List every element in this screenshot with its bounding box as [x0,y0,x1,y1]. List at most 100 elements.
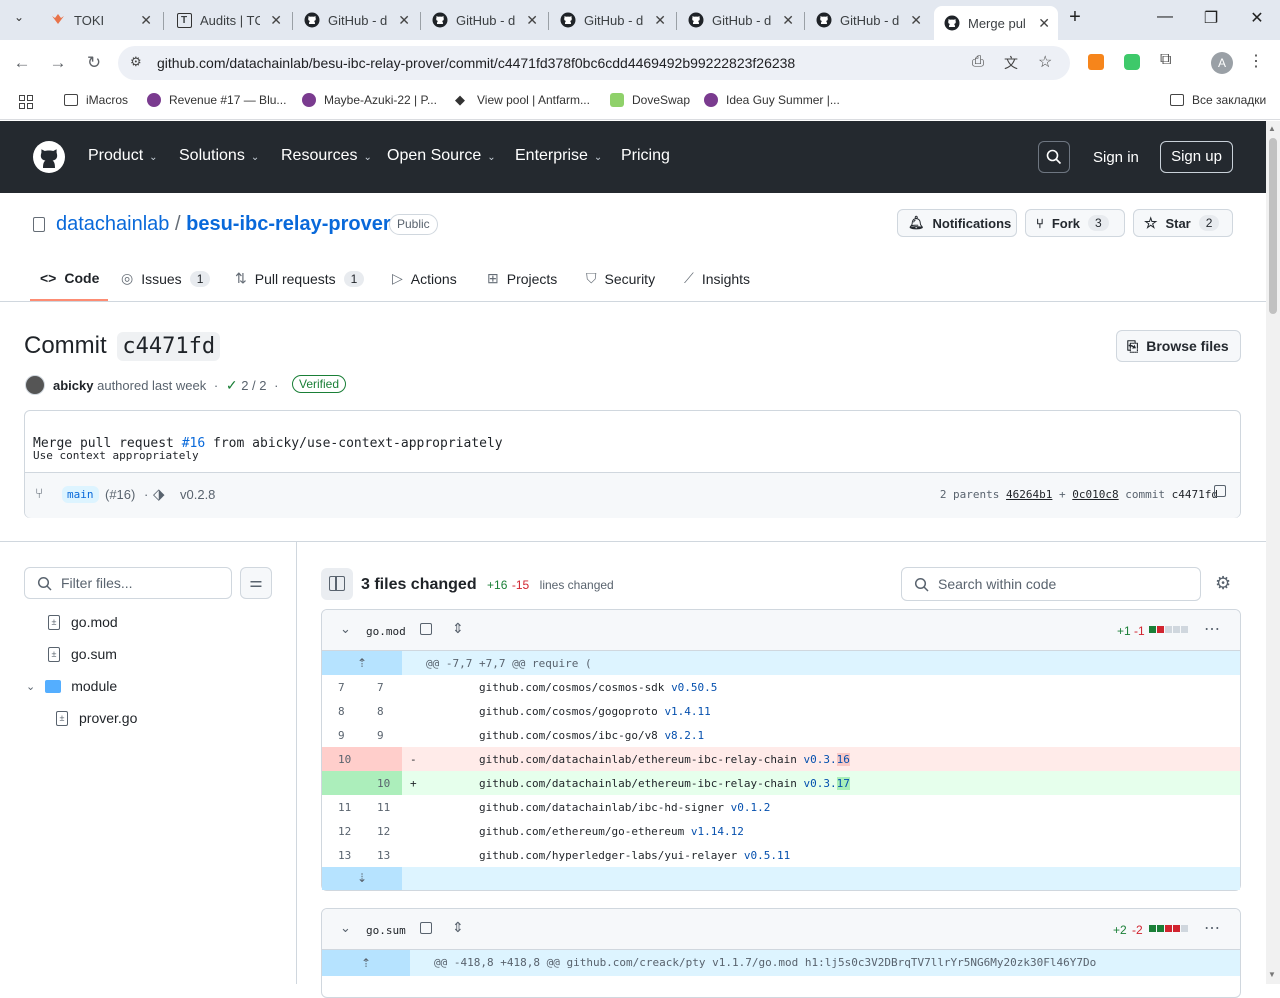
scroll-up-arrow[interactable]: ▲ [1268,124,1276,133]
tab-projects[interactable]: ⊞ Projects [487,270,557,287]
maximize-button[interactable]: ❐ [1196,8,1226,28]
filter-options-button[interactable]: ⚌ [240,567,272,599]
back-icon[interactable]: ← [12,53,32,73]
star-button[interactable]: ☆ Star 2 [1133,209,1233,237]
branch-badge[interactable]: main [62,486,99,503]
address-bar[interactable]: ⚙ github.com/datachainlab/besu-ibc-relay… [118,46,1070,80]
tree-item-go-sum[interactable]: ± go.sum [48,646,117,662]
expand-all-icon[interactable]: ⇕ [452,919,464,936]
verified-badge[interactable]: Verified [292,375,347,393]
search-code-input[interactable]: Search within code [901,567,1201,601]
author-link[interactable]: abicky [53,378,93,393]
bookmark-revenue[interactable]: Revenue #17 — Blu... [147,93,286,107]
close-icon[interactable]: ✕ [910,12,922,29]
tab-issues[interactable]: ◎ Issues 1 [121,270,211,287]
tab-security[interactable]: ⛉ Security [586,270,655,287]
tree-folder-module[interactable]: ⌄ module [26,678,117,694]
nav-product[interactable]: Product ⌄ [88,147,158,165]
nav-enterprise[interactable]: Enterprise ⌄ [515,147,602,165]
url-text[interactable]: github.com/datachainlab/besu-ibc-relay-p… [157,55,795,71]
nav-pricing[interactable]: Pricing [621,147,670,165]
chevron-down-icon[interactable]: ⌄ [340,621,351,637]
more-options-icon[interactable]: ⋯ [1204,619,1220,639]
reload-icon[interactable]: ↻ [84,53,104,73]
all-bookmarks[interactable]: Все закладки [1170,93,1266,107]
browser-tab-6[interactable]: GitHub - d ✕ [678,6,802,34]
bookmark-antfarm[interactable]: ◆ View pool | Antfarm... [455,93,590,108]
browser-tab-7[interactable]: GitHub - d ✕ [806,6,930,34]
search-button[interactable] [1038,141,1070,173]
close-icon[interactable]: ✕ [140,12,152,29]
gear-icon[interactable]: ⚙ [1215,573,1231,594]
bookmark-star-icon[interactable]: ☆ [1038,52,1052,72]
checks-status[interactable]: 2 / 2 [241,378,266,393]
close-icon[interactable]: ✕ [398,12,410,29]
parent-link-2[interactable]: 0c010c8 [1072,488,1118,501]
tag-link[interactable]: v0.2.8 [180,487,215,502]
close-icon[interactable]: ✕ [526,12,538,29]
browser-menu-icon[interactable]: ⋮ [1248,51,1264,71]
repo-name-link[interactable]: besu-ibc-relay-prover [186,213,391,235]
toggle-file-tree-button[interactable] [321,568,353,600]
close-icon[interactable]: ✕ [782,12,794,29]
github-logo-icon[interactable] [33,141,65,178]
fork-button[interactable]: ⑂ Fork 3 [1025,209,1125,237]
bookmark-idea-guy[interactable]: Idea Guy Summer |... [704,93,840,107]
repo-owner-link[interactable]: datachainlab [56,213,169,235]
more-options-icon[interactable]: ⋯ [1204,918,1220,938]
diff-filename[interactable]: go.sum [366,924,406,937]
nav-solutions[interactable]: Solutions ⌄ [179,147,259,165]
metamask-extension-icon[interactable] [1088,54,1104,70]
diff-filename[interactable]: go.mod [366,625,406,638]
chevron-down-icon[interactable]: ⌄ [340,920,351,936]
scrollbar-thumb[interactable] [1269,138,1277,314]
bookmark-imacros[interactable]: iMacros [64,93,128,107]
tab-actions[interactable]: ▷ Actions [392,270,457,287]
browse-files-button[interactable]: ⎘ Browse files [1116,330,1241,362]
browser-tab-5[interactable]: GitHub - d ✕ [550,6,674,34]
profile-avatar[interactable]: A [1211,52,1233,74]
nav-resources[interactable]: Resources ⌄ [281,147,372,165]
close-icon[interactable]: ✕ [654,12,666,29]
bookmark-maybe-azuki[interactable]: Maybe-Azuki-22 | P... [302,93,437,107]
expand-down-icon[interactable]: ⇣ [322,867,402,890]
bookmark-doveswap[interactable]: DoveSwap [610,93,690,107]
tab-insights[interactable]: ⟋ Insights [684,270,750,287]
filter-files-input[interactable]: Filter files... [24,567,232,599]
apps-grid-icon[interactable] [19,95,33,109]
tab-code[interactable]: <> Code [40,270,99,286]
browser-tab-2[interactable]: T Audits | TC ✕ [166,6,290,34]
nav-open-source[interactable]: Open Source ⌄ [387,147,496,165]
sign-up-button[interactable]: Sign up [1160,141,1233,173]
install-app-icon[interactable]: ⎙ [972,53,984,70]
minimize-button[interactable]: — [1150,8,1180,26]
tab-search-button[interactable]: ⌄ [8,10,30,30]
copy-icon[interactable] [1214,485,1226,497]
browser-tab-active[interactable]: Merge pul ✕ [934,6,1058,40]
expand-all-icon[interactable]: ⇕ [452,620,464,637]
green-extension-icon[interactable] [1124,54,1140,70]
pr-ref[interactable]: (#16) [105,487,135,502]
expand-up-icon[interactable]: ⇡ [322,651,402,675]
sign-in-link[interactable]: Sign in [1093,149,1139,166]
browser-tab-3[interactable]: GitHub - d ✕ [294,6,418,34]
tab-pull-requests[interactable]: ⇅ Pull requests 1 [235,270,365,287]
tree-item-go-mod[interactable]: ± go.mod [48,614,118,630]
notifications-button[interactable]: 🔔︎ Notifications [897,209,1017,237]
author-avatar[interactable] [25,375,45,395]
parent-link-1[interactable]: 46264b1 [1006,488,1052,501]
tree-item-prover-go[interactable]: ± prover.go [56,710,137,726]
translate-icon[interactable]: 文 [1004,53,1018,73]
copy-path-icon[interactable] [420,623,432,635]
extensions-puzzle-icon[interactable]: ⧉ [1160,51,1171,69]
copy-path-icon[interactable] [420,922,432,934]
close-icon[interactable]: ✕ [270,12,282,29]
window-close-button[interactable]: ✕ [1242,8,1272,28]
expand-up-icon[interactable]: ⇡ [322,950,410,976]
browser-tab-4[interactable]: GitHub - d ✕ [422,6,546,34]
site-info-icon[interactable]: ⚙ [130,54,142,70]
browser-tab-1[interactable]: TOKI ✕ [40,6,160,34]
scroll-down-arrow[interactable]: ▼ [1268,970,1276,979]
new-tab-button[interactable]: + [1060,6,1090,29]
forward-icon[interactable]: → [48,53,68,73]
